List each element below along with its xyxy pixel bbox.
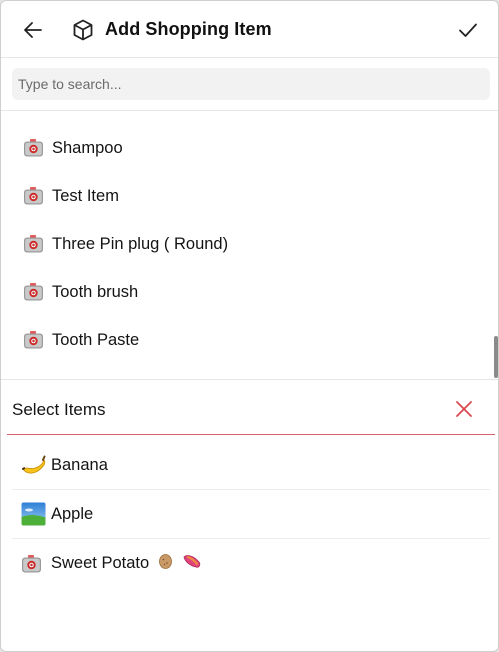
potato-icon <box>157 553 174 575</box>
back-button[interactable] <box>21 18 45 42</box>
camera-icon <box>24 331 43 349</box>
page-title: Add Shopping Item <box>105 19 272 39</box>
add-shopping-item-dialog: Add Shopping Item Shampoo <box>0 0 499 652</box>
selected-item-label: Sweet Potato <box>51 554 150 572</box>
selected-item-banana[interactable]: Banana <box>12 441 490 490</box>
list-item[interactable]: Test Item <box>1 172 491 220</box>
check-icon[interactable] <box>456 18 480 42</box>
selected-items-heading: Select Items <box>12 400 106 419</box>
list-item[interactable]: Shampoo <box>1 124 491 172</box>
selected-item-label: Apple <box>51 504 94 523</box>
landscape-icon <box>21 502 47 526</box>
arrow-left-icon <box>24 22 42 38</box>
camera-icon <box>24 187 43 205</box>
camera-icon <box>24 283 43 301</box>
camera-icon <box>21 552 47 576</box>
search-bar <box>1 58 498 111</box>
scrollbar-thumb[interactable] <box>494 336 498 378</box>
selected-items-panel: Select Items Banana Apple Sweet Potato <box>1 379 498 651</box>
selected-item-label: Banana <box>51 455 108 474</box>
list-item[interactable]: Three Pin plug ( Round) <box>1 220 491 268</box>
list-item[interactable]: Tooth Paste <box>1 316 491 364</box>
sweet-potato-icon <box>182 553 202 575</box>
box-icon <box>73 19 93 41</box>
search-results-list[interactable]: Shampoo Test Item Three Pin plug (Round… <box>1 112 498 379</box>
list-item-label: Three Pin plug ( Round) <box>52 234 229 253</box>
list-item-label: Tooth brush <box>52 282 139 301</box>
close-icon[interactable] <box>453 398 475 420</box>
banana-icon <box>21 453 47 477</box>
search-input[interactable] <box>12 68 490 100</box>
header-bar: Add Shopping Item <box>1 1 498 58</box>
selected-item-apple[interactable]: Apple <box>12 490 490 539</box>
camera-icon <box>24 235 43 253</box>
list-item-label: Test Item <box>52 186 119 205</box>
list-item-label: Shampoo <box>52 138 123 157</box>
list-item-label: Tooth Paste <box>52 330 140 349</box>
camera-icon <box>24 139 43 157</box>
list-item[interactable]: Tooth brush <box>1 268 491 316</box>
divider <box>7 434 495 435</box>
selected-item-sweet-potato[interactable]: Sweet Potato <box>12 539 490 588</box>
